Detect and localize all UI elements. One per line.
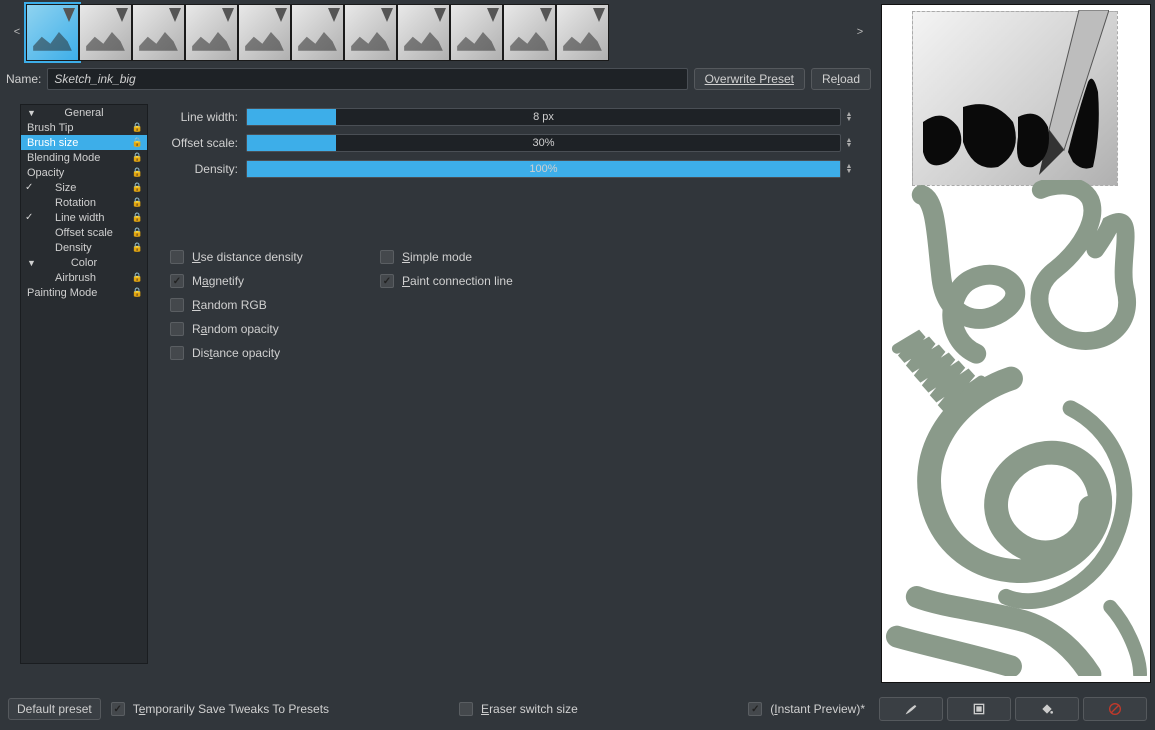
instant-preview-checkbox[interactable]: (Instant Preview)* [748, 702, 865, 716]
lock-icon: 🔒 [132, 197, 143, 208]
magnetify-checkbox[interactable]: Magnetify [170, 274, 380, 288]
sidebar-item-size[interactable]: ✓Size🔒 [21, 180, 147, 195]
settings-pane: Line width: 8 px ▲▼ Offset scale: 30% [158, 104, 867, 664]
preset-thumb[interactable] [503, 4, 556, 61]
name-label: Name: [6, 72, 41, 86]
default-preset-button[interactable]: Default preset [8, 698, 101, 720]
overwrite-preset-button[interactable]: Overwrite Preset [694, 68, 805, 90]
forbidden-icon [1107, 701, 1123, 717]
sidebar-item-opacity[interactable]: Opacity🔒 [21, 165, 147, 180]
sidebar-item-offset-scale[interactable]: Offset scale🔒 [21, 225, 147, 240]
preset-thumb[interactable] [291, 4, 344, 61]
preset-next-button[interactable]: > [851, 26, 869, 38]
lock-icon: 🔒 [132, 137, 143, 148]
preview-scribble [882, 180, 1150, 676]
preset-thumb[interactable] [397, 4, 450, 61]
sidebar-item-airbrush[interactable]: Airbrush🔒 [21, 270, 147, 285]
spinner-icon[interactable]: ▲▼ [843, 164, 855, 174]
sidebar-item-blending-mode[interactable]: Blending Mode🔒 [21, 150, 147, 165]
settings-sidebar: ▼General Brush Tip🔒 Brush size🔒 Blending… [20, 104, 148, 664]
distance-opacity-checkbox[interactable]: Distance opacity [170, 346, 380, 360]
preset-thumb[interactable] [450, 4, 503, 61]
preset-thumb[interactable] [185, 4, 238, 61]
lock-icon: 🔒 [132, 122, 143, 133]
lock-icon: 🔒 [132, 242, 143, 253]
reload-button[interactable]: Reload [811, 68, 871, 90]
preset-thumb[interactable] [132, 4, 185, 61]
spinner-icon[interactable]: ▲▼ [843, 112, 855, 122]
sidebar-item-painting-mode[interactable]: Painting Mode🔒 [21, 285, 147, 300]
preset-prev-button[interactable]: < [8, 26, 26, 38]
line-width-slider[interactable]: 8 px [246, 108, 841, 126]
preset-thumb[interactable] [344, 4, 397, 61]
density-label: Density: [170, 162, 246, 176]
sidebar-item-density[interactable]: Density🔒 [21, 240, 147, 255]
use-distance-density-checkbox[interactable]: Use distance density [170, 250, 380, 264]
preset-thumb[interactable] [556, 4, 609, 61]
preview-thumb [912, 11, 1118, 186]
paint-connection-checkbox[interactable]: Paint connection line [380, 274, 590, 288]
preset-thumb[interactable] [79, 4, 132, 61]
lock-icon: 🔒 [132, 152, 143, 163]
sidebar-item-brush-size[interactable]: Brush size🔒 [21, 135, 147, 150]
bucket-icon [1039, 701, 1055, 717]
disabled-mode-button[interactable] [1083, 697, 1147, 721]
lock-icon: 🔒 [132, 272, 143, 283]
sidebar-item-rotation[interactable]: Rotation🔒 [21, 195, 147, 210]
square-mode-button[interactable] [947, 697, 1011, 721]
temp-save-checkbox[interactable]: Temporarily Save Tweaks To Presets [111, 702, 329, 716]
preview-stroke [913, 12, 1119, 187]
fill-mode-button[interactable] [1015, 697, 1079, 721]
random-opacity-checkbox[interactable]: Random opacity [170, 322, 380, 336]
preset-thumb[interactable] [238, 4, 291, 61]
sidebar-item-line-width[interactable]: ✓Line width🔒 [21, 210, 147, 225]
sidebar-header-color[interactable]: ▼Color [21, 255, 147, 270]
bottom-bar: Default preset Temporarily Save Tweaks T… [0, 688, 1155, 730]
brush-mode-button[interactable] [879, 697, 943, 721]
eraser-switch-checkbox[interactable]: Eraser switch size [459, 702, 578, 716]
lock-icon: 🔒 [132, 182, 143, 193]
square-icon [971, 701, 987, 717]
density-slider[interactable]: 100% [246, 160, 841, 178]
spinner-icon[interactable]: ▲▼ [843, 138, 855, 148]
lock-icon: 🔒 [132, 227, 143, 238]
lock-icon: 🔒 [132, 167, 143, 178]
preset-thumb[interactable] [26, 4, 79, 61]
preset-strip: < > [0, 0, 877, 64]
random-rgb-checkbox[interactable]: Random RGB [170, 298, 380, 312]
line-width-label: Line width: [170, 110, 246, 124]
sidebar-item-brush-tip[interactable]: Brush Tip🔒 [21, 120, 147, 135]
lock-icon: 🔒 [132, 287, 143, 298]
brush-icon [903, 701, 919, 717]
sidebar-header-general[interactable]: ▼General [21, 105, 147, 120]
offset-scale-slider[interactable]: 30% [246, 134, 841, 152]
simple-mode-checkbox[interactable]: Simple mode [380, 250, 590, 264]
offset-scale-label: Offset scale: [170, 136, 246, 150]
lock-icon: 🔒 [132, 212, 143, 223]
preview-canvas [881, 4, 1151, 683]
preset-name-input[interactable] [47, 68, 687, 90]
